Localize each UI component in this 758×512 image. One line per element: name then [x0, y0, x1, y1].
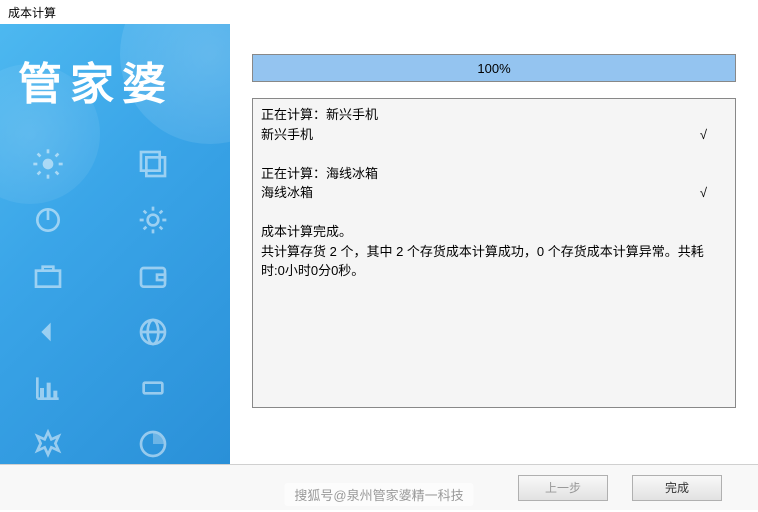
log-text: 海线冰箱	[261, 183, 313, 203]
progress-bar: 100%	[252, 54, 736, 82]
sun-icon	[30, 146, 66, 182]
back-arrow-icon	[30, 314, 66, 350]
log-line: 新兴手机 √	[261, 125, 727, 145]
star-icon	[30, 426, 66, 462]
window-title: 成本计算	[8, 6, 56, 20]
log-line: 共计算存货 2 个，其中 2 个存货成本计算成功，0 个存货成本计算异常。共耗时…	[261, 242, 727, 281]
progress-text: 100%	[253, 55, 735, 81]
window-title-bar: 成本计算	[0, 0, 758, 24]
log-text: 新兴手机	[261, 125, 313, 145]
log-line: 成本计算完成。	[261, 222, 727, 242]
chart-icon	[30, 370, 66, 406]
wallet-icon	[135, 258, 171, 294]
label-icon	[135, 370, 171, 406]
check-icon: √	[700, 183, 727, 203]
log-line: 正在计算：海线冰箱	[261, 164, 727, 184]
power-icon	[30, 202, 66, 238]
log-line	[261, 144, 727, 164]
main-panel: 100% 正在计算：新兴手机新兴手机 √ 正在计算：海线冰箱海线冰箱 √ 成本计算完…	[230, 24, 758, 464]
pie-icon	[135, 426, 171, 462]
check-icon: √	[700, 125, 727, 145]
prev-button: 上一步	[518, 475, 608, 501]
log-line: 海线冰箱 √	[261, 183, 727, 203]
sidebar-icon-grid	[0, 136, 230, 464]
gear-icon	[135, 202, 171, 238]
content-area: 管家婆 100% 正在计算：新兴手机新兴手机√ 正在计算：海	[0, 24, 758, 464]
brand-logo: 管家婆	[0, 24, 230, 136]
log-line: 正在计算：新兴手机	[261, 105, 727, 125]
briefcase-icon	[30, 258, 66, 294]
globe-icon	[135, 314, 171, 350]
stack-icon	[135, 146, 171, 182]
sidebar: 管家婆	[0, 24, 230, 464]
button-bar: 上一步 完成	[0, 464, 758, 510]
log-line	[261, 203, 727, 223]
log-output[interactable]: 正在计算：新兴手机新兴手机 √ 正在计算：海线冰箱海线冰箱 √ 成本计算完成。共计算…	[252, 98, 736, 408]
finish-button[interactable]: 完成	[632, 475, 722, 501]
